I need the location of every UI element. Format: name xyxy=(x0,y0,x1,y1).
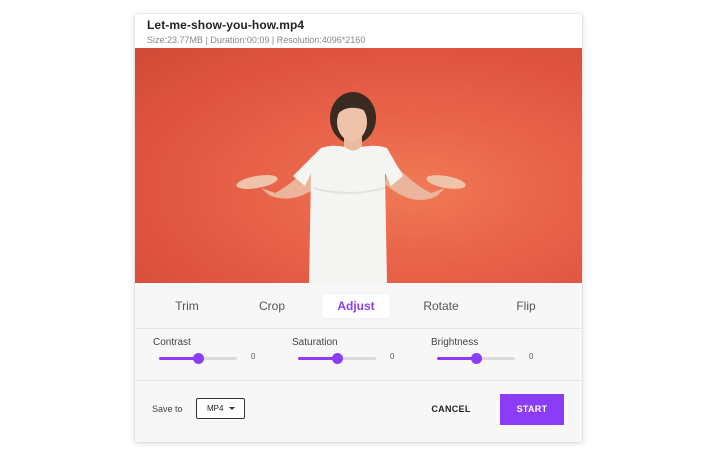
brightness-value: 0 xyxy=(529,352,534,361)
adjust-sliders: Contrast 0 Saturation 0 Brightness 0 xyxy=(135,329,582,381)
contrast-slider-thumb[interactable] xyxy=(192,353,204,364)
file-name: Let-me-show-you-how.mp4 xyxy=(147,18,305,32)
tab-flip[interactable]: Flip xyxy=(492,294,560,318)
saturation-label: Saturation xyxy=(292,337,338,348)
tab-rotate[interactable]: Rotate xyxy=(407,294,475,318)
format-select[interactable]: MP4 xyxy=(196,398,245,419)
cancel-button[interactable]: CANCEL xyxy=(425,398,477,420)
start-button[interactable]: START xyxy=(500,394,564,425)
brightness-slider-group: Brightness 0 xyxy=(431,337,561,373)
tab-crop[interactable]: Crop xyxy=(238,294,306,318)
video-frame-image xyxy=(236,92,466,283)
right-hand-shape xyxy=(426,175,466,189)
saturation-slider-group: Saturation 0 xyxy=(292,337,422,373)
saturation-slider[interactable] xyxy=(298,353,376,364)
brightness-slider-thumb[interactable] xyxy=(470,353,482,364)
tab-adjust[interactable]: Adjust xyxy=(322,294,390,318)
tab-trim[interactable]: Trim xyxy=(153,294,221,318)
dialog-footer: Save to MP4 CANCEL START xyxy=(135,382,582,442)
brightness-slider[interactable] xyxy=(437,353,515,364)
caret-down-icon xyxy=(229,407,235,410)
shirt-shape xyxy=(293,145,403,283)
contrast-slider[interactable] xyxy=(159,353,237,364)
saturation-slider-thumb[interactable] xyxy=(331,353,343,364)
format-select-value: MP4 xyxy=(207,404,224,413)
contrast-value: 0 xyxy=(251,352,256,361)
edit-panel: Trim Crop Adjust Rotate Flip Contrast 0 … xyxy=(135,283,582,442)
video-preview[interactable] xyxy=(135,48,582,283)
video-editor-dialog: Let-me-show-you-how.mp4 Size:23.77MB | D… xyxy=(135,14,582,442)
contrast-label: Contrast xyxy=(153,337,191,348)
dialog-header: Let-me-show-you-how.mp4 Size:23.77MB | D… xyxy=(135,14,582,48)
edit-tabs: Trim Crop Adjust Rotate Flip xyxy=(135,283,582,329)
save-to-label: Save to xyxy=(152,404,183,414)
contrast-slider-group: Contrast 0 xyxy=(153,337,283,373)
file-meta: Size:23.77MB | Duration:00:09 | Resoluti… xyxy=(147,35,366,45)
left-hand-shape xyxy=(236,175,278,189)
saturation-value: 0 xyxy=(390,352,395,361)
brightness-label: Brightness xyxy=(431,337,479,348)
